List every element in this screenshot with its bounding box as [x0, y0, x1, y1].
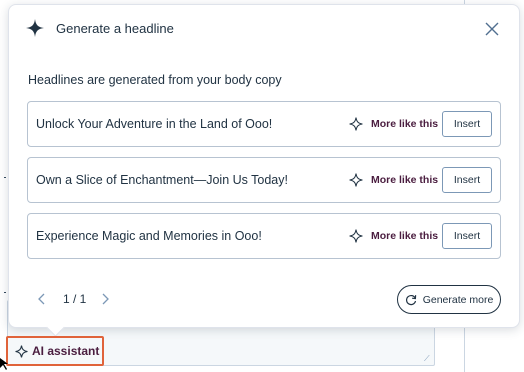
sparkle-icon: [349, 117, 363, 131]
sparkle-icon: [349, 229, 363, 243]
popover-header: Generate a headline: [26, 19, 174, 37]
headline-suggestion-card: Own a Slice of Enchantment—Join Us Today…: [27, 157, 501, 203]
resize-handle-icon[interactable]: ⟋: [424, 355, 432, 363]
more-like-this-label: More like this: [371, 118, 439, 130]
pagination: 1 / 1: [37, 292, 110, 306]
sparkle-icon: [26, 19, 44, 37]
generate-more-button[interactable]: Generate more: [397, 285, 501, 314]
insert-button[interactable]: Insert: [442, 111, 492, 137]
refresh-icon: [405, 294, 416, 305]
popover-subtitle: Headlines are generated from your body c…: [28, 73, 282, 87]
headline-suggestion-card: Unlock Your Adventure in the Land of Ooo…: [27, 101, 501, 147]
headline-text: Unlock Your Adventure in the Land of Ooo…: [36, 117, 273, 131]
insert-button[interactable]: Insert: [442, 223, 492, 249]
more-like-this-button[interactable]: More like this: [349, 117, 438, 131]
more-like-this-label: More like this: [371, 230, 439, 242]
more-like-this-label: More like this: [371, 174, 439, 186]
sparkle-icon: [349, 173, 363, 187]
ai-assistant-label: AI assistant: [32, 344, 100, 358]
ai-assistant-button[interactable]: AI assistant: [6, 336, 104, 366]
chevron-left-icon[interactable]: [37, 293, 47, 305]
close-icon[interactable]: [485, 22, 499, 36]
insert-button[interactable]: Insert: [442, 167, 492, 193]
generate-more-label: Generate more: [422, 293, 494, 306]
more-like-this-button[interactable]: More like this: [349, 173, 438, 187]
generate-headline-popover: Generate a headline Headlines are genera…: [8, 4, 520, 337]
headline-text: Experience Magic and Memories in Ooo!: [36, 229, 262, 243]
editor-gutter-mark: [4, 177, 6, 178]
more-like-this-button[interactable]: More like this: [349, 229, 438, 243]
page-count: 1 / 1: [63, 292, 87, 306]
headline-suggestion-card: Experience Magic and Memories in Ooo! Mo…: [27, 213, 501, 259]
headline-text: Own a Slice of Enchantment—Join Us Today…: [36, 173, 288, 187]
mouse-cursor-icon: [0, 358, 8, 370]
popover-title: Generate a headline: [56, 20, 174, 36]
editor-gutter-mark: [4, 292, 6, 293]
chevron-right-icon[interactable]: [100, 293, 110, 305]
sparkle-icon: [15, 344, 28, 358]
